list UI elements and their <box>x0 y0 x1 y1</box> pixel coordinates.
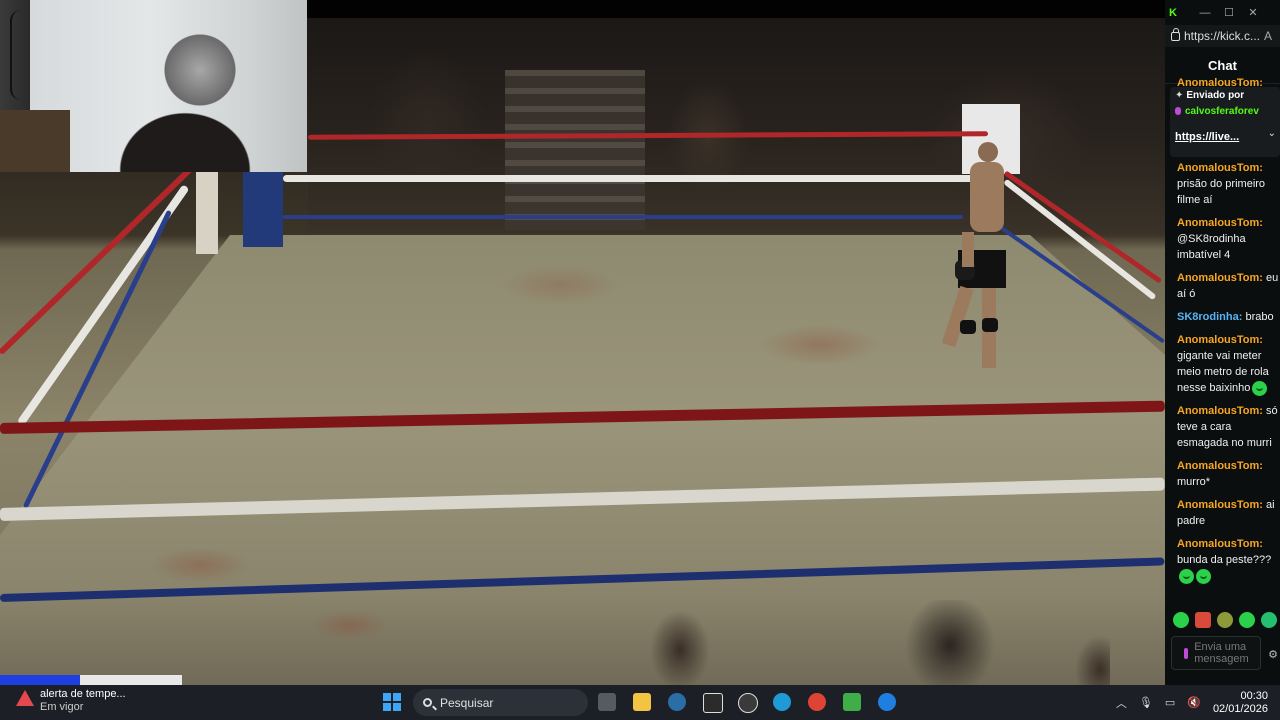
windows-start-icon[interactable] <box>383 693 401 711</box>
emote-icon[interactable] <box>1173 612 1189 628</box>
taskbar-search[interactable]: Pesquisar <box>413 689 588 716</box>
emote-icon[interactable] <box>1239 612 1255 628</box>
crowd-hands-foreground <box>590 600 1110 685</box>
edge-icon[interactable] <box>773 693 791 711</box>
weather-alert-icon <box>16 690 34 706</box>
streamer-figure <box>105 30 265 172</box>
emote-icon[interactable] <box>1195 612 1211 628</box>
microphone-icon[interactable]: 🎙 <box>1139 696 1153 709</box>
epic-games-icon[interactable] <box>703 693 723 713</box>
chat-message-input[interactable]: Envia uma mensagem <box>1171 636 1261 670</box>
system-tray: ︿ 🎙 ▭ 🔇 00:30 02/01/2026 <box>1116 685 1280 720</box>
partial-username: AnomalousTom: <box>1177 77 1263 87</box>
chat-input-placeholder: Envia uma mensagem <box>1194 641 1249 665</box>
weather-widget[interactable]: alerta de tempe... Em vigor <box>16 688 126 714</box>
chat-username[interactable]: AnomalousTom: <box>1177 334 1263 346</box>
app-icon[interactable] <box>843 693 861 711</box>
clock-date: 02/01/2026 <box>1212 702 1268 715</box>
volume-muted-icon[interactable]: 🔇 <box>1187 696 1201 709</box>
steam-icon[interactable] <box>668 693 686 711</box>
search-icon <box>423 698 432 707</box>
task-view-icon[interactable] <box>598 693 616 711</box>
emote-icon[interactable] <box>1217 612 1233 628</box>
webcam-shelf <box>0 110 70 172</box>
file-explorer-icon[interactable] <box>633 693 651 711</box>
chat-text: murro* <box>1177 476 1211 488</box>
chat-message: AnomalousTom: bunda da peste??? <box>1177 536 1280 584</box>
chat-message: AnomalousTom: @SK8rodinha imbatível 4 <box>1177 215 1280 263</box>
chat-message: AnomalousTom: prisão do primeiro filme a… <box>1177 160 1280 208</box>
app-icon[interactable] <box>878 693 896 711</box>
chrome-icon[interactable] <box>808 693 826 711</box>
quick-emote-bar <box>1173 612 1277 628</box>
chat-username[interactable]: AnomalousTom: <box>1177 272 1263 284</box>
windows-taskbar: alerta de tempe... Em vigor Pesquisar ︿ … <box>0 685 1280 720</box>
rope-back-white <box>283 175 983 182</box>
url-suffix: A <box>1264 29 1273 43</box>
chat-message: AnomalousTom: murro* <box>1177 458 1280 490</box>
address-bar[interactable]: https://kick.c... A <box>1165 25 1280 47</box>
kick-logo-icon: K <box>1169 6 1177 19</box>
rope-back-blue <box>283 215 963 219</box>
chat-text: @SK8rodinha imbatível 4 <box>1177 233 1246 261</box>
chat-text: brabo <box>1245 311 1274 323</box>
emote-icon <box>1252 380 1268 396</box>
clock-time: 00:30 <box>1240 689 1268 702</box>
chat-message: AnomalousTom: gigante vai meter meio met… <box>1177 332 1280 396</box>
chevron-down-icon[interactable]: ⌄ <box>1268 128 1276 139</box>
display-icon[interactable]: ▭ <box>1165 696 1175 709</box>
pinned-label: Enviado por <box>1186 90 1245 101</box>
chat-text: bunda da peste??? <box>1177 554 1272 566</box>
chat-message: AnomalousTom: só teve a cara esmagada no… <box>1177 403 1280 451</box>
emote-icon[interactable] <box>1261 612 1277 628</box>
kick-chat-window: K — ☐ ✕ https://kick.c... A Chat Anomalo… <box>1165 0 1280 685</box>
chat-username[interactable]: AnomalousTom: <box>1177 460 1263 472</box>
pinned-message[interactable]: ✦ Enviado por calvosferaforev https://liv… <box>1170 87 1280 157</box>
chat-message: SK8rodinha: brabo <box>1177 309 1280 325</box>
weather-status: Em vigor <box>40 701 84 713</box>
user-badge-icon <box>1175 107 1181 116</box>
webcam-cable <box>10 10 32 100</box>
emote-icon <box>1196 568 1211 584</box>
chat-message-list: AnomalousTom: prisão do primeiro filme a… <box>1177 160 1280 591</box>
arena-stairs <box>505 70 645 230</box>
window-controls: K — ☐ ✕ <box>1165 0 1280 25</box>
url-text: https://kick.c... <box>1184 29 1261 43</box>
chat-message: AnomalousTom: eu aí ó <box>1177 270 1280 302</box>
weather-title: alerta de tempe... <box>40 688 126 700</box>
maximize-button[interactable]: ☐ <box>1217 6 1241 19</box>
chat-text: prisão do primeiro filme aí <box>1177 178 1266 206</box>
ring-post-left <box>196 172 218 254</box>
close-button[interactable]: ✕ <box>1241 6 1265 19</box>
gear-icon[interactable]: ⚙ <box>1268 648 1278 661</box>
chat-message: AnomalousTom: ai padre <box>1177 497 1280 529</box>
clock[interactable]: 00:30 02/01/2026 <box>1213 690 1268 716</box>
minimize-button[interactable]: — <box>1193 7 1217 19</box>
search-placeholder: Pesquisar <box>440 695 494 710</box>
chat-username[interactable]: AnomalousTom: <box>1177 499 1263 511</box>
ring-post-blue <box>243 172 283 247</box>
user-badge-icon <box>1184 647 1189 659</box>
chat-username[interactable]: AnomalousTom: <box>1177 217 1263 229</box>
chevron-up-icon[interactable]: ︿ <box>1116 695 1127 711</box>
crowd-background <box>308 18 1165 233</box>
pinned-user[interactable]: calvosferaforev <box>1185 106 1259 117</box>
obs-icon[interactable] <box>738 693 758 713</box>
boxer-figure <box>941 142 1006 368</box>
chat-username[interactable]: AnomalousTom: <box>1177 162 1263 174</box>
chat-username[interactable]: SK8rodinha: <box>1177 311 1242 323</box>
emote-icon <box>1179 568 1194 584</box>
chat-username[interactable]: AnomalousTom: <box>1177 538 1263 550</box>
stream-overlay-banner <box>0 675 182 685</box>
webcam-overlay <box>0 0 307 172</box>
chat-username[interactable]: AnomalousTom: <box>1177 405 1263 417</box>
pinned-link[interactable]: https://live... <box>1175 131 1275 143</box>
stream-video[interactable] <box>0 0 1165 685</box>
pin-icon: ✦ <box>1175 90 1184 101</box>
lock-icon <box>1171 27 1180 41</box>
